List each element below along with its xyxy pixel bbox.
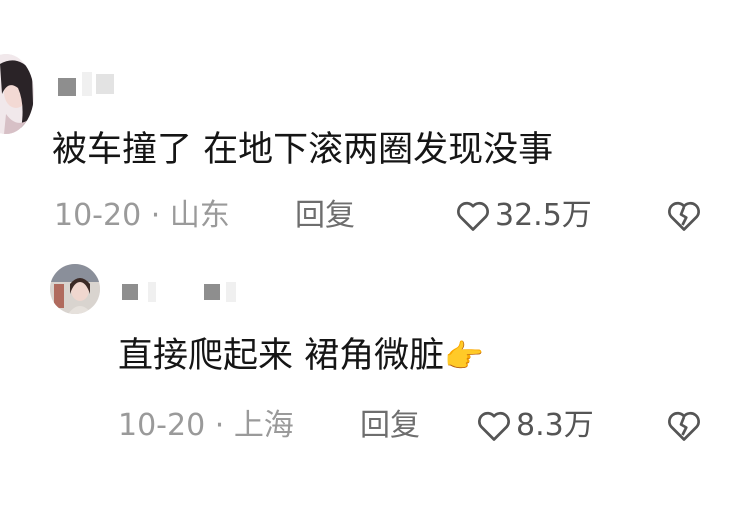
username[interactable] <box>122 282 262 302</box>
avatar[interactable] <box>50 264 100 314</box>
comment-text: 直接爬起来 裙角微脏👉 <box>118 334 484 378</box>
heart-outline-icon <box>478 411 510 441</box>
comment-text-content: 直接爬起来 裙角微脏 <box>118 336 445 376</box>
comment-text: 被车撞了 在地下滚两圈发现没事 <box>52 130 554 170</box>
like-count: 8.3万 <box>516 408 594 443</box>
meta-separator: · <box>150 198 170 233</box>
comment-location: 上海 <box>233 408 294 443</box>
comment-location: 山东 <box>169 198 230 233</box>
comment-meta: 10-20 · 山东 <box>54 196 230 236</box>
reply-comment-item: 直接爬起来 裙角微脏👉 10-20 · 上海 回复 8.3万 <box>0 250 746 508</box>
broken-heart-icon <box>668 411 700 441</box>
avatar-image <box>0 54 34 134</box>
comment-date: 10-20 <box>54 198 142 233</box>
reply-button[interactable]: 回复 <box>360 406 420 446</box>
broken-heart-icon <box>668 201 700 231</box>
meta-separator: · <box>214 408 234 443</box>
like-button[interactable]: 8.3万 <box>476 406 594 446</box>
avatar[interactable] <box>0 54 34 134</box>
like-count: 32.5万 <box>495 198 592 233</box>
comment-item: 被车撞了 在地下滚两圈发现没事 10-20 · 山东 回复 32.5万 <box>0 0 746 250</box>
comment-meta: 10-20 · 上海 <box>118 406 294 446</box>
dislike-button[interactable] <box>666 409 702 447</box>
like-button[interactable]: 32.5万 <box>455 196 592 236</box>
comment-date: 10-20 <box>118 408 206 443</box>
pointing-hand-emoji: 👉 <box>444 337 484 375</box>
reply-button[interactable]: 回复 <box>295 196 355 236</box>
avatar-image <box>50 264 100 314</box>
heart-outline-icon <box>457 201 489 231</box>
username[interactable] <box>58 72 128 96</box>
dislike-button[interactable] <box>666 199 702 237</box>
